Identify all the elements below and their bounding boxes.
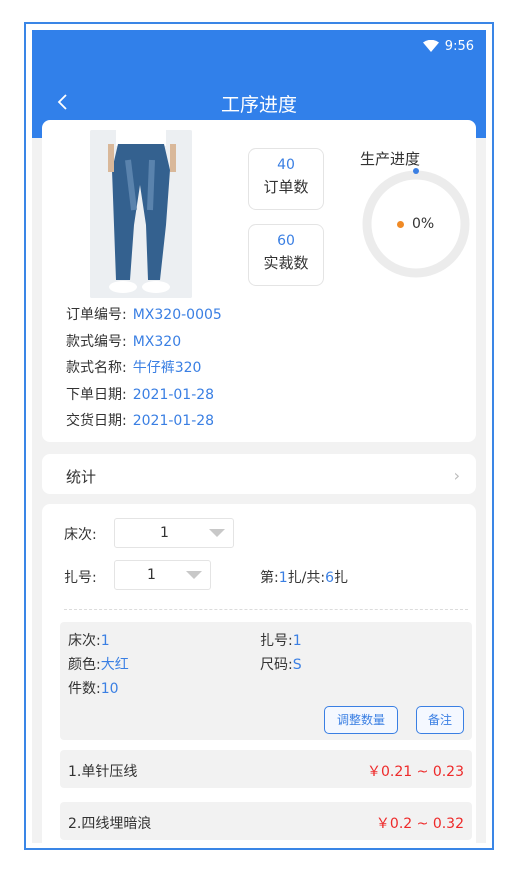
progress-percent-text: 0% — [412, 216, 435, 232]
note-button[interactable]: 备注 — [416, 706, 464, 734]
order-count-value: 40 — [277, 157, 295, 173]
phone-screen: 9:56 工序进度 40 订单数 60 实裁数 生产进度 0% 订单编号: MX… — [32, 30, 486, 843]
bundle-detail-panel: 床次:1 扎号:1 颜色:大红 尺码:S 件数:10 调整数量 备注 — [60, 622, 472, 740]
dashed-divider — [64, 609, 468, 610]
dropdown-caret-icon — [186, 571, 202, 579]
status-bar: 9:56 — [32, 30, 486, 62]
progress-dot-icon — [397, 220, 404, 228]
statistics-label: 统计 — [66, 468, 97, 486]
process-row[interactable]: 1.单针压线 ￥0.21 ~ 0.23 — [60, 750, 472, 788]
status-right: 9:56 — [422, 39, 474, 54]
bed-select[interactable]: 1 — [114, 518, 234, 548]
process-name: 1.单针压线 — [68, 764, 138, 780]
bed-label: 床次: — [64, 527, 97, 543]
bundle-card: 床次: 1 扎号: 1 第:1扎/共:6扎 床次:1 扎号:1 颜色:大红 尺码… — [42, 504, 476, 843]
process-price: ￥0.21 ~ 0.23 — [367, 764, 464, 780]
bundle-select-value: 1 — [147, 567, 156, 583]
chevron-right-icon: › — [453, 466, 460, 485]
wifi-icon — [422, 40, 439, 52]
info-row-order-date: 下单日期: 2021-01-28 — [66, 386, 215, 403]
cut-count-value: 60 — [277, 233, 295, 249]
detail-color: 颜色:大红 — [68, 657, 129, 673]
progress-title: 生产进度 — [360, 150, 421, 168]
detail-quantity: 件数:10 — [68, 681, 119, 697]
order-count-label: 订单数 — [263, 178, 309, 196]
order-card: 40 订单数 60 实裁数 生产进度 0% 订单编号: MX320-0005 款式… — [42, 120, 476, 442]
product-image — [90, 130, 192, 298]
process-price: ￥0.2 ~ 0.32 — [375, 816, 464, 832]
info-row-style-no: 款式编号: MX320 — [66, 333, 182, 350]
progress-percent: 0% — [397, 216, 434, 232]
order-count-box[interactable]: 40 订单数 — [248, 148, 324, 210]
statistics-row[interactable]: 统计 › — [42, 454, 476, 494]
page-title: 工序进度 — [220, 94, 297, 116]
info-row-delivery-date: 交货日期: 2021-01-28 — [66, 413, 215, 429]
order-info: 订单编号: MX320-0005 款式编号: MX320 款式名称: 牛仔裤320 下… — [66, 302, 222, 435]
info-row-style-name: 款式名称: 牛仔裤320 — [66, 360, 202, 376]
cut-count-box[interactable]: 60 实裁数 — [248, 224, 324, 286]
info-row-order-no: 订单编号: MX320-0005 — [66, 307, 222, 323]
cut-count-label: 实裁数 — [263, 254, 309, 272]
bundle-label: 扎号: — [64, 570, 97, 586]
process-name: 2.四线埋暗浪 — [68, 816, 152, 832]
detail-bed: 床次:1 — [68, 633, 110, 649]
adjust-quantity-button[interactable]: 调整数量 — [324, 706, 398, 734]
status-time: 9:56 — [444, 39, 474, 54]
jeans-image — [90, 130, 192, 298]
detail-bundle: 扎号:1 — [260, 633, 302, 649]
dropdown-caret-icon — [209, 529, 225, 537]
process-row[interactable]: 2.四线埋暗浪 ￥0.2 ~ 0.32 — [60, 802, 472, 840]
detail-size: 尺码:S — [260, 657, 302, 673]
bundle-position: 第:1扎/共:6扎 — [260, 570, 348, 586]
bed-select-value: 1 — [160, 525, 169, 541]
bundle-select[interactable]: 1 — [114, 560, 211, 590]
